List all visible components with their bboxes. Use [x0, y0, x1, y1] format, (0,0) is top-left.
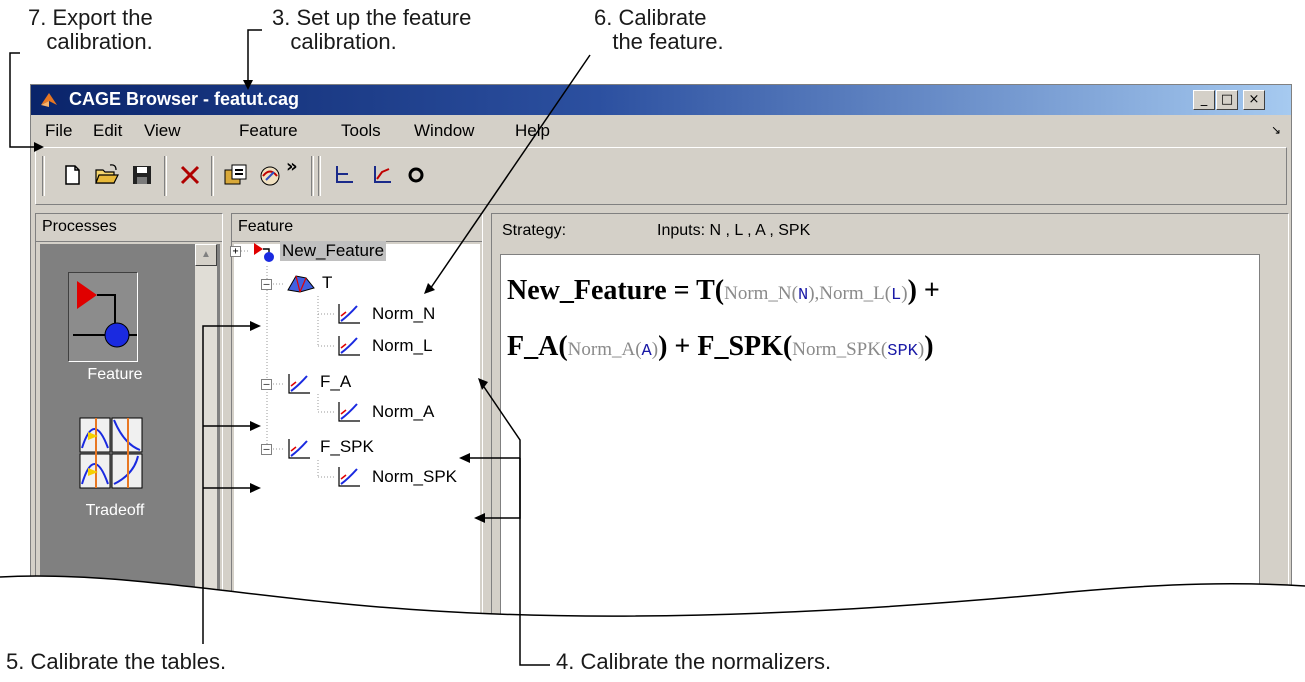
callout-setup-leader [247, 29, 262, 80]
callout-normalizers: 4. Calibrate the normalizers. [556, 649, 832, 674]
arrowhead [478, 378, 488, 390]
callout-tables: 5. Calibrate the tables. [6, 649, 227, 674]
callout-export: 7. Export the calibration. [28, 5, 153, 54]
callout-setup: 3. Set up the feature calibration. [272, 5, 472, 54]
arrowhead [34, 142, 44, 152]
callout-calibrate-feature: 6. Calibrate the feature. [594, 5, 724, 54]
arrowhead [474, 513, 485, 523]
callout-calibrate-feature-leader [427, 54, 591, 293]
arrowhead [243, 80, 253, 90]
arrowhead [250, 483, 261, 493]
callout-export-leader [9, 52, 34, 148]
arrowhead [250, 321, 261, 331]
arrowhead [459, 453, 470, 463]
arrowhead [250, 421, 261, 431]
annotation-overlay [0, 29, 1305, 682]
callout-normalizers-leader [485, 458, 521, 519]
